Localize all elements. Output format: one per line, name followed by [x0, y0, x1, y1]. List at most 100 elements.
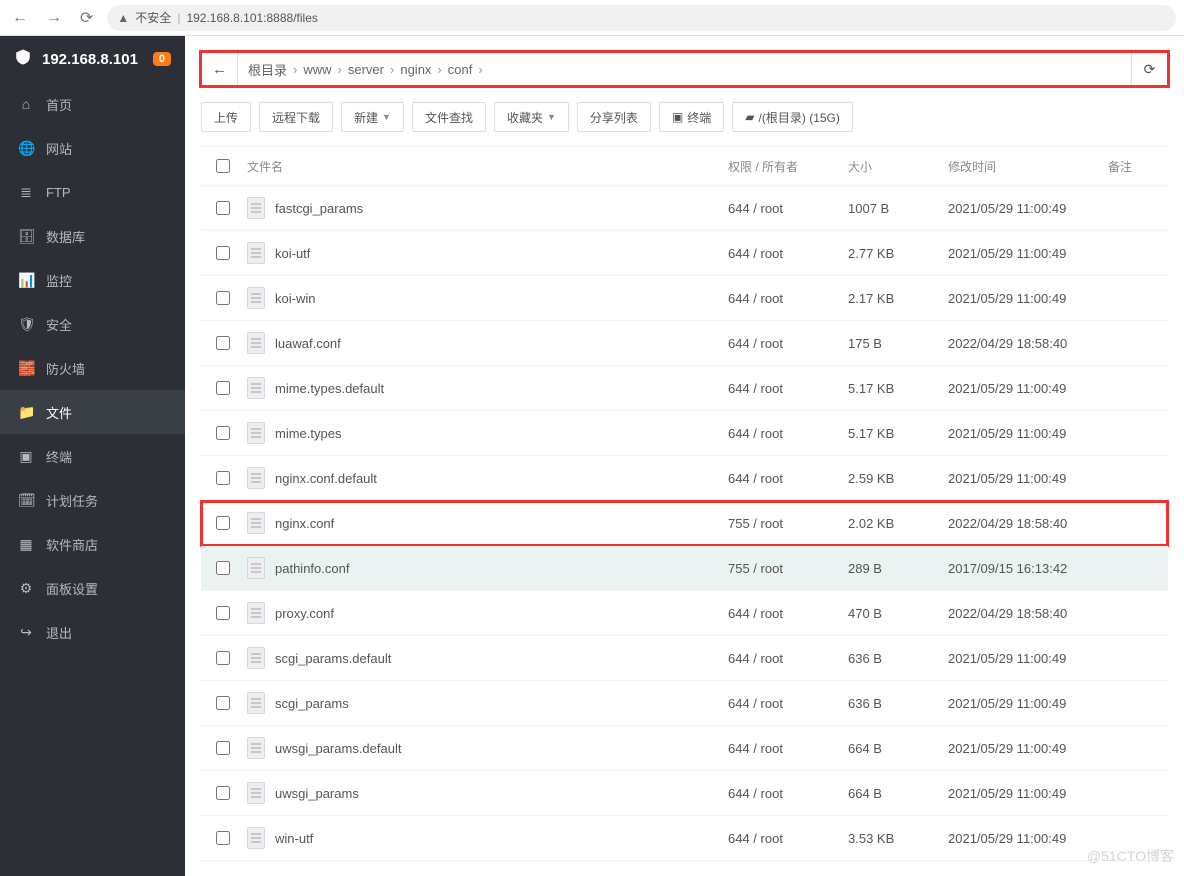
file-name[interactable]: pathinfo.conf: [275, 561, 349, 576]
row-checkbox[interactable]: [216, 651, 230, 665]
row-checkbox[interactable]: [216, 426, 230, 440]
breadcrumb-segment[interactable]: 根目录: [248, 60, 287, 79]
sidebar-item-globe[interactable]: 🌐网站: [0, 126, 185, 170]
col-header-perm[interactable]: 权限 / 所有者: [728, 158, 848, 175]
row-checkbox[interactable]: [216, 471, 230, 485]
file-row[interactable]: koi-win 644 / root 2.17 KB 2021/05/29 11…: [201, 276, 1168, 321]
globe-icon: 🌐: [18, 140, 34, 157]
file-row[interactable]: uwsgi_params 644 / root 664 B 2021/05/29…: [201, 771, 1168, 816]
row-checkbox[interactable]: [216, 606, 230, 620]
file-name[interactable]: koi-win: [275, 291, 315, 306]
sidebar-item-wall[interactable]: 🧱防火墙: [0, 346, 185, 390]
row-checkbox[interactable]: [216, 246, 230, 260]
file-row[interactable]: scgi_params 644 / root 636 B 2021/05/29 …: [201, 681, 1168, 726]
file-icon: [247, 557, 265, 579]
address-bar[interactable]: ▲ 不安全 | 192.168.8.101:8888/files: [107, 5, 1176, 31]
sidebar-item-folder[interactable]: 📁文件: [0, 390, 185, 434]
col-header-name[interactable]: 文件名: [245, 158, 728, 175]
terminal-button[interactable]: ▣终端: [659, 102, 724, 132]
row-checkbox[interactable]: [216, 381, 230, 395]
file-row[interactable]: mime.types 644 / root 5.17 KB 2021/05/29…: [201, 411, 1168, 456]
breadcrumb-back-button[interactable]: ←: [202, 53, 238, 85]
col-header-date[interactable]: 修改时间: [948, 158, 1108, 175]
file-row[interactable]: luawaf.conf 644 / root 175 B 2022/04/29 …: [201, 321, 1168, 366]
file-row[interactable]: nginx.conf.default 644 / root 2.59 KB 20…: [201, 456, 1168, 501]
row-checkbox[interactable]: [216, 786, 230, 800]
file-row[interactable]: nginx.conf 755 / root 2.02 KB 2022/04/29…: [201, 501, 1168, 546]
sidebar-item-home[interactable]: ⌂首页: [0, 82, 185, 126]
breadcrumb-refresh-button[interactable]: ⟳: [1131, 53, 1167, 85]
row-checkbox[interactable]: [216, 516, 230, 530]
breadcrumb-segment[interactable]: www: [303, 62, 331, 77]
row-checkbox[interactable]: [216, 741, 230, 755]
file-perm: 644 / root: [728, 471, 848, 486]
file-name[interactable]: scgi_params.default: [275, 651, 391, 666]
favorites-button[interactable]: 收藏夹▼: [494, 102, 569, 132]
sidebar-item-logout[interactable]: ↪退出: [0, 610, 185, 654]
browser-reload-icon[interactable]: ⟳: [76, 8, 97, 28]
file-row[interactable]: scgi_params.default 644 / root 636 B 202…: [201, 636, 1168, 681]
sidebar-item-label: 面板设置: [46, 579, 98, 598]
file-row[interactable]: koi-utf 644 / root 2.77 KB 2021/05/29 11…: [201, 231, 1168, 276]
breadcrumb-segment[interactable]: conf: [448, 62, 473, 77]
chevron-right-icon: ›: [437, 62, 441, 77]
file-perm: 644 / root: [728, 741, 848, 756]
sidebar-item-monitor[interactable]: 📊监控: [0, 258, 185, 302]
sidebar-item-tasks[interactable]: 🗓计划任务: [0, 478, 185, 522]
chevron-down-icon: ▼: [547, 112, 556, 122]
browser-chrome: ← → ⟳ ▲ 不安全 | 192.168.8.101:8888/files: [0, 0, 1184, 36]
sidebar-item-apps[interactable]: ▦软件商店: [0, 522, 185, 566]
remote-download-button[interactable]: 远程下载: [259, 102, 333, 132]
col-header-size[interactable]: 大小: [848, 158, 948, 175]
file-row[interactable]: mime.types.default 644 / root 5.17 KB 20…: [201, 366, 1168, 411]
file-name[interactable]: win-utf: [275, 831, 313, 846]
share-list-button[interactable]: 分享列表: [577, 102, 651, 132]
file-name[interactable]: koi-utf: [275, 246, 310, 261]
sidebar-item-label: 安全: [46, 315, 72, 334]
file-name[interactable]: scgi_params: [275, 696, 349, 711]
sidebar-item-shield[interactable]: 🛡安全: [0, 302, 185, 346]
row-checkbox[interactable]: [216, 696, 230, 710]
sidebar-item-terminal[interactable]: ▣终端: [0, 434, 185, 478]
col-header-note[interactable]: 备注: [1108, 158, 1168, 175]
file-size: 289 B: [848, 561, 948, 576]
file-name[interactable]: luawaf.conf: [275, 336, 341, 351]
file-name[interactable]: proxy.conf: [275, 606, 334, 621]
file-name[interactable]: nginx.conf.default: [275, 471, 377, 486]
file-row[interactable]: pathinfo.conf 755 / root 289 B 2017/09/1…: [201, 546, 1168, 591]
file-row[interactable]: fastcgi_params 644 / root 1007 B 2021/05…: [201, 186, 1168, 231]
breadcrumb-segment[interactable]: server: [348, 62, 384, 77]
file-date: 2021/05/29 11:00:49: [948, 201, 1108, 216]
sidebar-item-db[interactable]: 🗄数据库: [0, 214, 185, 258]
row-checkbox[interactable]: [216, 561, 230, 575]
file-name[interactable]: uwsgi_params.default: [275, 741, 401, 756]
search-button[interactable]: 文件查找: [412, 102, 486, 132]
file-size: 470 B: [848, 606, 948, 621]
notification-badge[interactable]: 0: [153, 52, 171, 66]
sidebar-item-stack[interactable]: ≣FTP: [0, 170, 185, 214]
breadcrumb-segment[interactable]: nginx: [400, 62, 431, 77]
file-perm: 644 / root: [728, 426, 848, 441]
select-all-checkbox[interactable]: [216, 159, 230, 173]
file-row[interactable]: uwsgi_params.default 644 / root 664 B 20…: [201, 726, 1168, 771]
row-checkbox[interactable]: [216, 291, 230, 305]
row-checkbox[interactable]: [216, 831, 230, 845]
file-name[interactable]: fastcgi_params: [275, 201, 363, 216]
file-name[interactable]: mime.types: [275, 426, 341, 441]
file-date: 2022/04/29 18:58:40: [948, 606, 1108, 621]
disk-button[interactable]: ▰/(根目录) (15G): [732, 102, 853, 132]
file-icon: [247, 737, 265, 759]
file-name[interactable]: mime.types.default: [275, 381, 384, 396]
file-name[interactable]: nginx.conf: [275, 516, 334, 531]
row-checkbox[interactable]: [216, 201, 230, 215]
upload-button[interactable]: 上传: [201, 102, 251, 132]
row-checkbox[interactable]: [216, 336, 230, 350]
file-row[interactable]: proxy.conf 644 / root 470 B 2022/04/29 1…: [201, 591, 1168, 636]
browser-back-icon[interactable]: ←: [8, 9, 32, 27]
file-date: 2022/04/29 18:58:40: [948, 336, 1108, 351]
sidebar-item-settings[interactable]: ⚙面板设置: [0, 566, 185, 610]
browser-forward-icon[interactable]: →: [42, 9, 66, 27]
file-name[interactable]: uwsgi_params: [275, 786, 359, 801]
new-button[interactable]: 新建▼: [341, 102, 404, 132]
file-row[interactable]: win-utf 644 / root 3.53 KB 2021/05/29 11…: [201, 816, 1168, 861]
